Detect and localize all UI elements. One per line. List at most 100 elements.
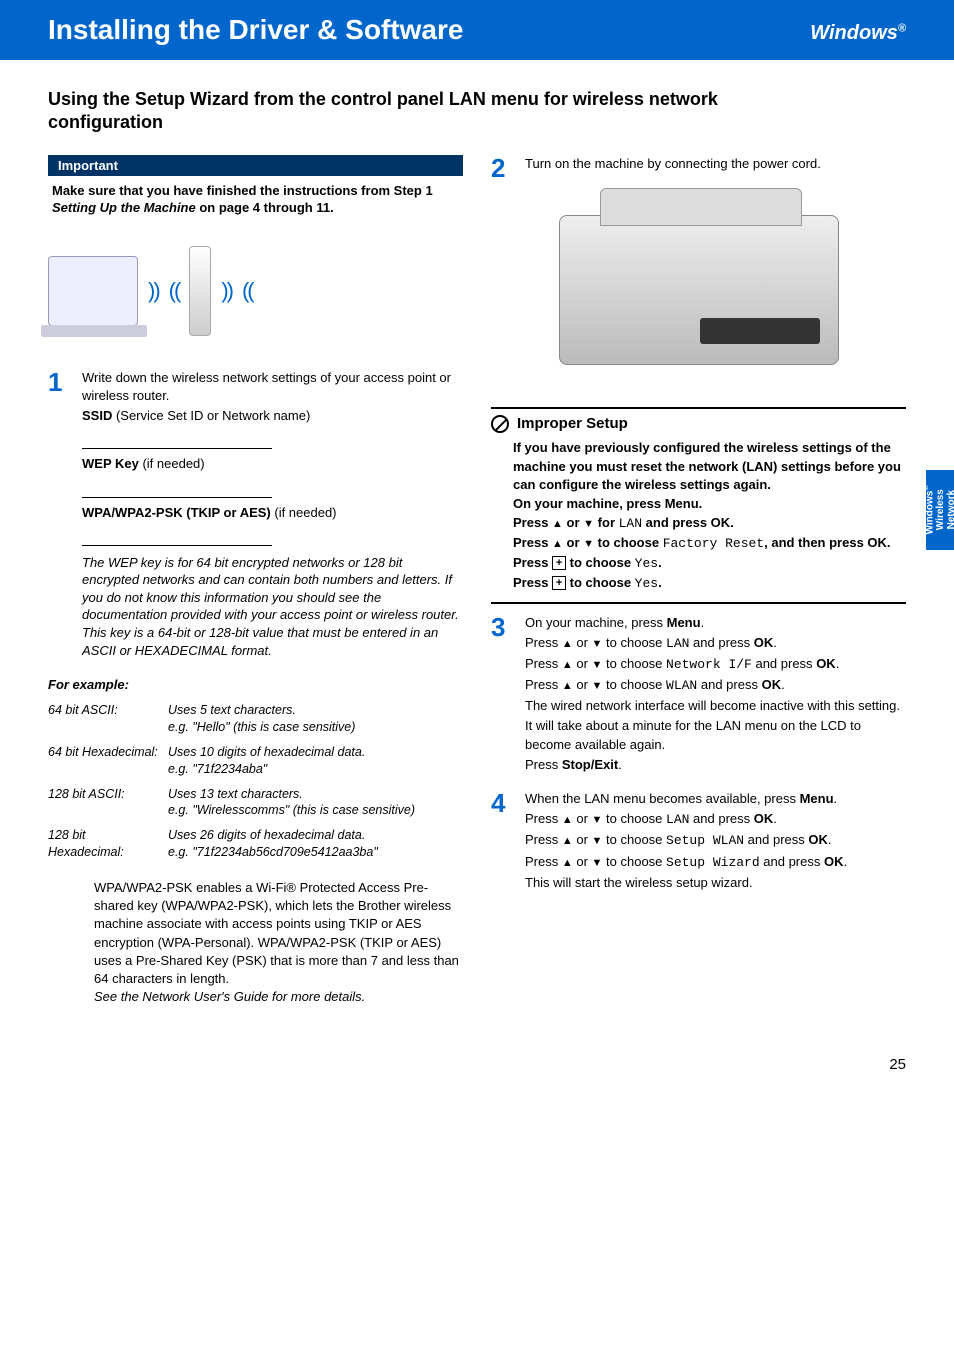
mono: LAN (666, 812, 689, 827)
waves-icon: (( (169, 278, 180, 304)
improper-p2: On your machine, press Menu. (513, 495, 906, 514)
table-row: 128 bit Hexadecimal:Uses 26 digits of he… (48, 823, 463, 865)
t: . (843, 854, 847, 869)
page-content: Windows® Wireless Network Using the Setu… (0, 60, 954, 1026)
left-column: Important Make sure that you have finish… (48, 155, 463, 1007)
wpa-see: See the Network User's Guide for more de… (94, 989, 365, 1004)
t: Menu (667, 615, 701, 630)
example-table: 64 bit ASCII:Uses 5 text characters. e.g… (48, 698, 463, 865)
t: or (573, 832, 592, 847)
t: or (573, 677, 592, 692)
down-icon: ▼ (592, 835, 603, 847)
mono: Setup WLAN (666, 833, 744, 848)
table-row: 64 bit Hexadecimal:Uses 10 digits of hex… (48, 740, 463, 782)
t: This will start the wireless setup wizar… (525, 874, 906, 892)
t: OK (754, 811, 774, 826)
t: . (773, 635, 777, 650)
up-icon: ▲ (552, 518, 563, 530)
printer-icon (559, 215, 839, 365)
t: and press (744, 832, 808, 847)
laptop-icon (48, 256, 138, 326)
wep-desc: (if needed) (139, 456, 205, 471)
wep-note: The WEP key is for 64 bit encrypted netw… (82, 554, 463, 659)
wpa-desc: (if needed) (271, 505, 337, 520)
ex-v: Uses 5 text characters. e.g. "Hello" (th… (168, 698, 463, 740)
t: . (781, 677, 785, 692)
t: The wired network interface will become … (525, 697, 906, 715)
t: or (563, 515, 583, 530)
t: Press (525, 656, 562, 671)
section-heading: Using the Setup Wizard from the control … (48, 88, 828, 135)
t: or (573, 635, 592, 650)
step1-intro: Write down the wireless network settings… (82, 369, 463, 405)
sidetab-l2: Wireless (936, 489, 947, 530)
table-row: 128 bit ASCII:Uses 13 text characters. e… (48, 782, 463, 824)
t: to choose (602, 656, 666, 671)
t: or (573, 854, 592, 869)
wpa-blank (82, 532, 272, 546)
t: Stop/Exit (562, 757, 618, 772)
down-icon: ▼ (592, 638, 603, 650)
t: Press (513, 535, 552, 550)
t: Press (525, 854, 562, 869)
os-text: Windows (810, 22, 898, 44)
t: On your machine, press (525, 615, 667, 630)
wpa-paragraph: WPA/WPA2-PSK enables a Wi-Fi® Protected … (94, 879, 463, 1006)
t: and press (697, 677, 761, 692)
important-label: Important (48, 155, 463, 176)
step-2: 2 Turn on the machine by connecting the … (491, 155, 906, 181)
reg-symbol: ® (898, 22, 906, 34)
ex-k: 64 bit Hexadecimal: (48, 740, 168, 782)
t: . (658, 555, 662, 570)
important-emph: Setting Up the Machine (52, 200, 196, 215)
ssid-desc: (Service Set ID or Network name) (112, 408, 310, 423)
t: and press (760, 854, 824, 869)
mono: Yes (635, 556, 658, 571)
waves-icon: (( (242, 278, 253, 304)
right-column: 2 Turn on the machine by connecting the … (491, 155, 906, 1007)
wep-blank (82, 484, 272, 498)
ex-v: Uses 10 digits of hexadecimal data. e.g.… (168, 740, 463, 782)
router-icon (189, 246, 211, 336)
t: or (563, 535, 583, 550)
t: Press (525, 677, 562, 692)
t: Press (525, 635, 562, 650)
t: . (618, 757, 622, 772)
ssid-label: SSID (82, 408, 112, 423)
step-1: 1 Write down the wireless network settin… (48, 369, 463, 661)
t: to choose (602, 832, 666, 847)
wireless-diagram: )) (( )) (( (48, 231, 463, 351)
up-icon: ▲ (562, 857, 573, 869)
t: Press (513, 575, 552, 590)
t: Press (525, 832, 562, 847)
mono: Network I/F (666, 657, 752, 672)
waves-icon: )) (148, 278, 159, 304)
t: for (594, 515, 619, 530)
t: Press (525, 811, 562, 826)
t: . (701, 615, 705, 630)
t: to choose (602, 854, 666, 869)
up-icon: ▲ (562, 680, 573, 692)
important-t1: Make sure that you have finished the ins… (52, 183, 433, 198)
t: Press (513, 515, 552, 530)
down-icon: ▼ (592, 680, 603, 692)
up-icon: ▲ (552, 538, 563, 550)
t: OK (816, 656, 836, 671)
t: . (658, 575, 662, 590)
t: Menu (800, 791, 834, 806)
t: When the LAN menu becomes available, pre… (525, 791, 800, 806)
mono: Yes (635, 576, 658, 591)
side-tab: Windows® Wireless Network (926, 470, 954, 550)
header-bar: Installing the Driver & Software Windows… (0, 0, 954, 60)
doc-title: Installing the Driver & Software (48, 14, 463, 46)
t: to choose (566, 575, 635, 590)
step-number: 1 (48, 369, 82, 661)
t: OK (762, 677, 782, 692)
t: . (836, 656, 840, 671)
ex-v: Uses 13 text characters. e.g. "Wirelessc… (168, 782, 463, 824)
down-icon: ▼ (592, 857, 603, 869)
t: Press (525, 757, 562, 772)
page-number: 25 (0, 1056, 954, 1073)
t: Press (513, 555, 552, 570)
rule (491, 602, 906, 604)
